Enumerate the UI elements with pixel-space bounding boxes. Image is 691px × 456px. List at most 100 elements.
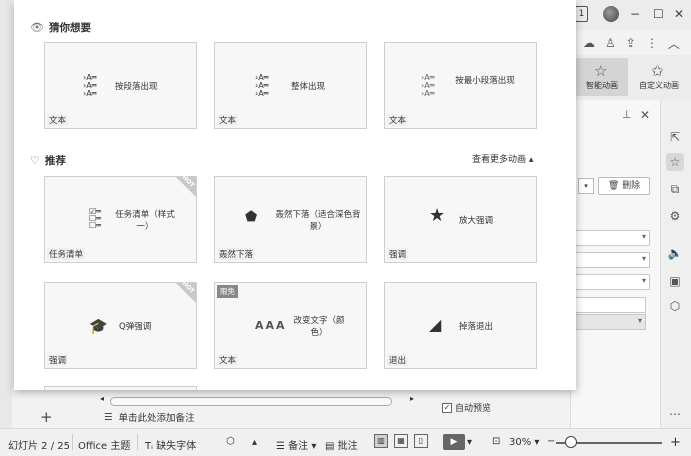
notes-lines-icon: ☰ (104, 411, 113, 423)
animation-card[interactable]: 限免 AAA 改变文字（颜色） 文本 (214, 282, 367, 369)
animation-star-icon[interactable]: ☆ (666, 153, 684, 171)
card-title: 轰然下落（适合深色背景） (275, 210, 361, 232)
auto-preview-checkbox[interactable]: ✓ 自动预览 (442, 401, 491, 414)
more-dots-icon[interactable]: ⋯ (666, 405, 684, 423)
animation-picker-popup: 👁 猜你想要 ›A═ ›A═ ›A═ 按段落出现 文本 ›A═ ›A═ ›A═ 整体出现… (14, 0, 576, 390)
star-icon: ☆ (594, 62, 608, 80)
notes-button[interactable]: ☰ 备注 ▾ (276, 437, 316, 452)
horizontal-scrollbar[interactable]: ◂ ▸ (100, 394, 420, 406)
delete-button[interactable]: 🗑 删除 (598, 177, 650, 195)
missing-fonts-label: 缺失字体 (156, 441, 197, 452)
share-icon[interactable]: ⇪ (626, 36, 636, 50)
custom-animation-button[interactable]: ✩ 自定义动画 (633, 58, 685, 96)
card-title: 改变文字（颜色） (293, 316, 345, 338)
divider (137, 434, 138, 450)
drop-exit-icon: ◢ (429, 315, 442, 334)
avatar[interactable] (603, 6, 619, 22)
card-title: 按最小段落出现 (455, 76, 515, 86)
slide-counter: 幻灯片 2 / 25 (8, 441, 70, 452)
play-dropdown-icon[interactable]: ▾ (467, 437, 472, 448)
more-icon[interactable]: ⋮ (646, 36, 658, 50)
delete-label: 删除 (622, 181, 641, 191)
scroll-right-icon[interactable]: ▸ (410, 394, 414, 403)
card-tag: 文本 (387, 114, 409, 126)
minimize-button[interactable]: − (630, 7, 640, 21)
animation-card[interactable]: HOT 🎓 Q弹强调 强调 (44, 280, 197, 369)
comments-label: 批注 (337, 441, 358, 452)
smart-animation-label: 智能动画 (586, 81, 618, 90)
notes-label: 备注 (288, 441, 309, 452)
theme-label[interactable]: Office 主题 (78, 437, 130, 452)
animation-card[interactable]: ›A═ ›A═ ›A═ 整体出现 文本 (214, 42, 367, 129)
checkbox-icon[interactable]: ✓ (442, 402, 452, 413)
notes-icon: ☰ (276, 441, 289, 452)
animation-card[interactable]: ›A═ ›A═ ›A═ 按段落出现 文本 (44, 42, 197, 129)
animation-card[interactable]: ◢ 掉落退出 退出 (384, 282, 537, 369)
animation-list-input[interactable] (570, 297, 646, 313)
grid-view-button[interactable]: ▦ (394, 434, 408, 448)
card-title: 整体出现 (291, 82, 326, 92)
smart-animation-button[interactable]: ☆ 智能动画 (576, 58, 628, 96)
animation-card-partial[interactable] (44, 386, 197, 390)
shield-icon[interactable]: ⬡ (226, 436, 235, 447)
notes-bar[interactable]: ☰ 单击此处添加备注 (104, 410, 195, 425)
card-title: Q弹强调 (119, 322, 152, 332)
add-slide-button[interactable]: + (40, 408, 53, 426)
page-count-badge[interactable]: 1 (575, 6, 588, 22)
copy-icon[interactable]: ⧉ (666, 180, 684, 198)
left-sidebar-edge (0, 0, 12, 428)
recommend-section-heading: ♡ 推荐 (30, 153, 66, 168)
zoom-level[interactable]: 30% ▾ (509, 437, 539, 448)
zoom-out-button[interactable]: − (547, 436, 555, 447)
card-title: 按段落出现 (115, 82, 158, 92)
card-tag: 强调 (387, 248, 409, 260)
play-button[interactable]: ▶ (443, 434, 465, 450)
more-animations-link[interactable]: 查看更多动画 ▴ (472, 152, 533, 165)
start-select[interactable]: ▾ (570, 230, 650, 246)
speed-select[interactable]: ▾ (570, 274, 650, 290)
animation-card[interactable]: ⬟ 轰然下落（适合深色背景） 轰然下落 (214, 176, 367, 263)
animation-list-select[interactable]: ▾ (570, 314, 646, 330)
comments-button[interactable]: ▤ 批注 (325, 437, 358, 452)
card-title: 放大强调 (459, 216, 494, 226)
scroll-left-icon[interactable]: ◂ (100, 394, 104, 403)
normal-view-button[interactable]: ▥ (374, 434, 388, 448)
notes-placeholder[interactable]: 单击此处添加备注 (119, 410, 195, 424)
missing-fonts-button[interactable]: Tᵢ 缺失字体 (145, 437, 196, 452)
speaker-icon[interactable]: 🔈 (666, 244, 684, 262)
zoom-slider-knob[interactable] (565, 436, 577, 448)
cube-icon[interactable]: ⬡ (666, 297, 684, 315)
panel-close-icon[interactable]: ✕ (640, 108, 650, 122)
divider (72, 434, 73, 450)
scroll-thumb[interactable] (110, 397, 392, 406)
cursor-icon[interactable]: ⇱ (666, 128, 684, 146)
free-badge: 限免 (217, 285, 238, 298)
gear-icon[interactable]: ⚙ (666, 207, 684, 225)
cloud-icon[interactable]: ☁ (583, 36, 595, 50)
custom-animation-label: 自定义动画 (639, 81, 679, 90)
slide-icon[interactable]: ▣ (666, 272, 684, 290)
comment-icon: ▤ (325, 441, 338, 452)
card-tag: 文本 (47, 114, 69, 126)
guess-section-title: 猜你想要 (48, 22, 91, 34)
animation-card[interactable]: ›A═ ›A═ ›A═ 按最小段落出现 文本 (384, 42, 537, 129)
zoom-in-button[interactable]: + (670, 435, 681, 450)
animation-card[interactable]: HOT ☑═ ☐═ ☐═ 任务清单（样式一） 任务清单 (44, 174, 197, 263)
falling-shape-icon: ⬟ (245, 209, 258, 225)
direction-select[interactable]: ▾ (570, 252, 650, 268)
pin-icon[interactable]: ⊥ (622, 108, 632, 121)
close-button[interactable]: ✕ (674, 7, 684, 21)
fit-window-icon[interactable]: ⊡ (492, 436, 500, 447)
reading-view-button[interactable]: ▯ (414, 434, 428, 448)
star-icon: ✩ (651, 62, 664, 80)
effect-dropdown[interactable]: ▾ (578, 178, 594, 194)
eye-icon: 👁 (30, 21, 44, 34)
animation-card[interactable]: ★ 放大强调 强调 (384, 176, 537, 263)
graduation-cap-icon: 🎓 (89, 317, 108, 335)
hot-badge: HOT (176, 280, 196, 303)
chevron-up-icon[interactable]: ︿ (668, 35, 680, 52)
maximize-button[interactable]: ☐ (653, 7, 664, 21)
chevron-up-icon[interactable]: ▴ (252, 437, 257, 448)
user-icon[interactable]: ♙ (605, 36, 616, 50)
card-tag: 强调 (47, 354, 69, 366)
